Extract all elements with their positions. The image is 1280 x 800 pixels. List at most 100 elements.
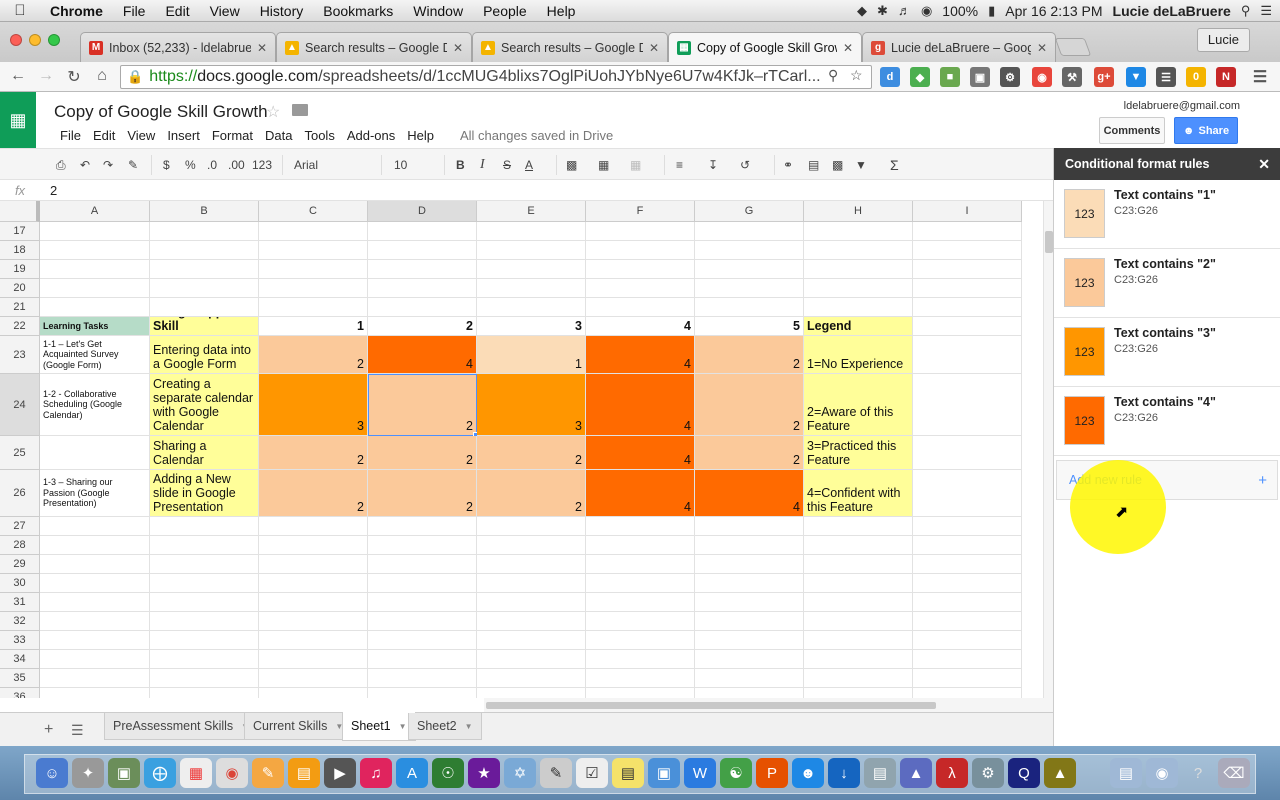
task-cell[interactable] (40, 436, 150, 470)
reload-icon[interactable]: ↻ (60, 67, 88, 87)
close-icon[interactable]: ✕ (1258, 156, 1270, 173)
font-size-select[interactable]: 10 (394, 156, 432, 174)
downloads-stack-icon[interactable]: ◉ (1146, 758, 1178, 788)
skill-cell[interactable]: Adding a New slide in Google Presentatio… (150, 470, 259, 517)
stickies-icon[interactable]: ▤ (612, 758, 644, 788)
score-cell[interactable]: 2 (477, 436, 586, 470)
menu-window[interactable]: Window (403, 3, 473, 19)
table-cell[interactable] (913, 260, 1022, 279)
home-icon[interactable]: ⌂ (88, 67, 116, 85)
header-cell-h[interactable]: Legend (804, 317, 913, 336)
zoom-icon[interactable]: ⚲ (828, 67, 838, 84)
table-cell[interactable] (913, 669, 1022, 688)
table-cell[interactable] (368, 574, 477, 593)
extension-bars-icon[interactable]: ☰ (1156, 67, 1176, 87)
tab-gmail[interactable]: M Inbox (52,233) - ldelabrue ✕ (80, 32, 276, 62)
bookmark-star-icon[interactable]: ☆ (850, 67, 863, 84)
table-cell[interactable] (477, 260, 586, 279)
table-cell[interactable] (259, 669, 368, 688)
table-cell[interactable] (913, 536, 1022, 555)
table-cell[interactable] (368, 517, 477, 536)
row-header[interactable]: 17 (0, 222, 40, 241)
table-cell[interactable] (804, 260, 913, 279)
table-cell[interactable] (40, 298, 150, 317)
sheet-tab-current-skills[interactable]: Current Skills ▼ (244, 713, 353, 740)
maps-icon[interactable]: ▲ (900, 758, 932, 788)
table-cell[interactable] (368, 612, 477, 631)
table-cell[interactable] (368, 241, 477, 260)
increase-decimal-button[interactable]: .00 (228, 156, 245, 174)
table-cell[interactable] (586, 517, 695, 536)
task-cell[interactable]: 1-2 - Collaborative Scheduling (Google C… (40, 374, 150, 436)
extension-tool-icon[interactable]: ⚒ (1062, 67, 1082, 87)
caret-down-icon[interactable]: ▼ (465, 722, 473, 731)
trash-icon[interactable]: ⌫ (1218, 758, 1250, 788)
scroll-thumb[interactable] (486, 702, 936, 709)
table-cell[interactable] (40, 631, 150, 650)
table-cell[interactable] (586, 298, 695, 317)
menu-help[interactable]: Help (537, 3, 586, 19)
zoom-window-icon[interactable] (48, 34, 60, 46)
row-header[interactable]: 35 (0, 669, 40, 688)
files-icon[interactable]: ▤ (864, 758, 896, 788)
table-cell[interactable] (259, 612, 368, 631)
table-cell[interactable] (40, 612, 150, 631)
table-cell[interactable] (586, 260, 695, 279)
row-header[interactable]: 24 (0, 374, 40, 436)
table-cell[interactable] (477, 631, 586, 650)
powerpoint-icon[interactable]: P (756, 758, 788, 788)
close-tab-icon[interactable]: ✕ (649, 41, 659, 55)
skill-cell[interactable]: Creating a separate calendar with Google… (150, 374, 259, 436)
notification-center-icon[interactable]: ☰ (1260, 3, 1272, 19)
table-cell[interactable] (586, 222, 695, 241)
menu-view[interactable]: View (200, 3, 250, 19)
table-cell[interactable] (913, 241, 1022, 260)
table-cell[interactable] (259, 688, 368, 698)
score-cell[interactable]: 4 (586, 436, 695, 470)
table-cell[interactable] (368, 688, 477, 698)
row-header[interactable]: 19 (0, 260, 40, 279)
extension-badge-icon[interactable]: 0 (1186, 67, 1206, 87)
tab-drive-search-2[interactable]: ▲ Search results – Google Dr ✕ (472, 32, 668, 62)
row-header[interactable]: 23 (0, 336, 40, 374)
table-cell[interactable] (695, 260, 804, 279)
column-header[interactable]: B (150, 201, 259, 222)
share-button[interactable]: ☻ Share (1174, 117, 1238, 144)
row-header[interactable]: 22 (0, 317, 40, 336)
currency-button[interactable]: $ (163, 156, 170, 174)
table-cell[interactable] (150, 536, 259, 555)
table-cell[interactable] (913, 298, 1022, 317)
extension-clip-icon[interactable]: ■ (940, 67, 960, 87)
table-cell[interactable] (913, 555, 1022, 574)
table-cell[interactable] (804, 669, 913, 688)
folder-stack-icon[interactable]: ▤ (1110, 758, 1142, 788)
scroll-thumb[interactable] (1045, 231, 1053, 253)
table-cell[interactable] (913, 631, 1022, 650)
extension-gplus-icon[interactable]: g+ (1094, 67, 1114, 87)
table-cell[interactable] (40, 260, 150, 279)
docmenu-view[interactable]: View (121, 128, 161, 143)
table-cell[interactable] (804, 279, 913, 298)
cf-rule-3[interactable]: 123 Text contains "3" C23:G26 (1054, 318, 1280, 387)
close-tab-icon[interactable]: ✕ (843, 41, 853, 55)
safari-icon[interactable]: ⨁ (144, 758, 176, 788)
score-cell[interactable]: 2 (695, 374, 804, 436)
app-store-icon[interactable]: A (396, 758, 428, 788)
extension-new-icon[interactable]: N (1216, 67, 1236, 87)
legend-cell[interactable]: 1=No Experience (804, 336, 913, 374)
header-cell-e[interactable]: 3 (477, 317, 586, 336)
table-cell[interactable] (150, 631, 259, 650)
table-cell[interactable] (150, 669, 259, 688)
help-icon[interactable]: ? (1182, 758, 1214, 788)
formula-input[interactable]: 2 (40, 183, 57, 198)
table-cell[interactable] (368, 593, 477, 612)
table-cell[interactable] (804, 612, 913, 631)
table-cell[interactable] (804, 631, 913, 650)
table-cell[interactable] (40, 279, 150, 298)
table-cell[interactable] (477, 298, 586, 317)
functions-icon[interactable]: Σ (890, 156, 899, 174)
bold-icon[interactable]: B (456, 156, 465, 174)
score-cell[interactable]: 2 (695, 336, 804, 374)
percent-button[interactable]: % (185, 156, 196, 174)
photo-app-icon[interactable]: ▣ (108, 758, 140, 788)
